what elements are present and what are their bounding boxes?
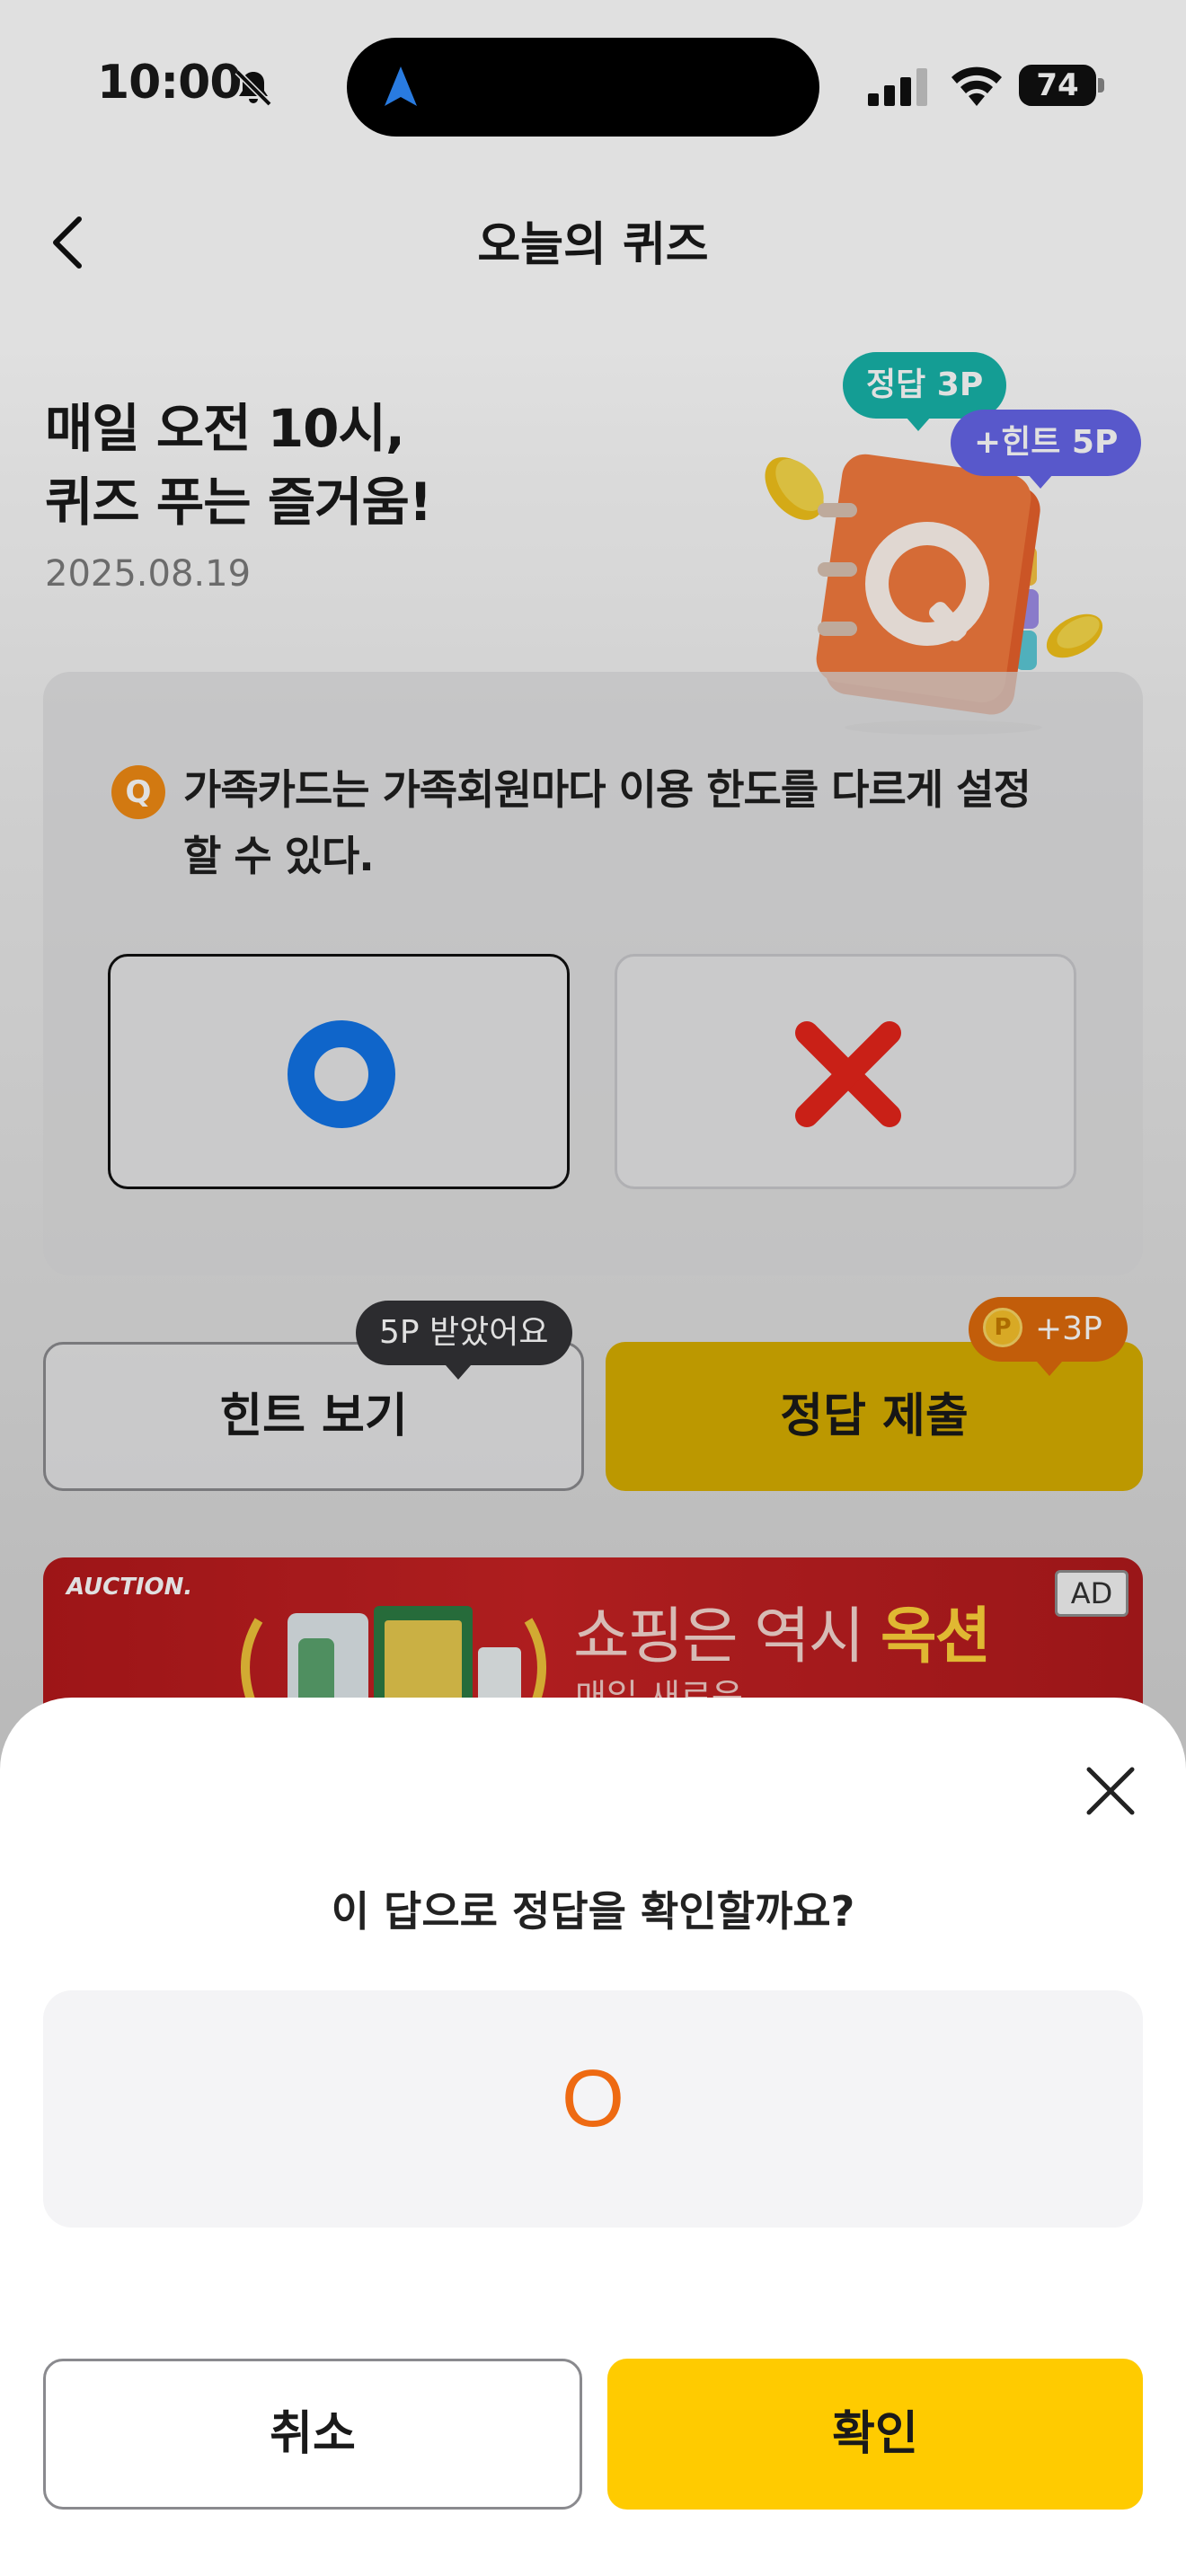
dialog-title: 이 답으로 정답을 확인할까요? xyxy=(331,1887,855,1936)
selected-answer-value: O xyxy=(561,2054,624,2144)
close-icon[interactable] xyxy=(1084,1764,1137,1818)
confirm-button[interactable]: 확인 xyxy=(607,2359,1143,2510)
selected-answer-box: O xyxy=(43,1990,1143,2228)
cancel-button[interactable]: 취소 xyxy=(43,2359,582,2510)
